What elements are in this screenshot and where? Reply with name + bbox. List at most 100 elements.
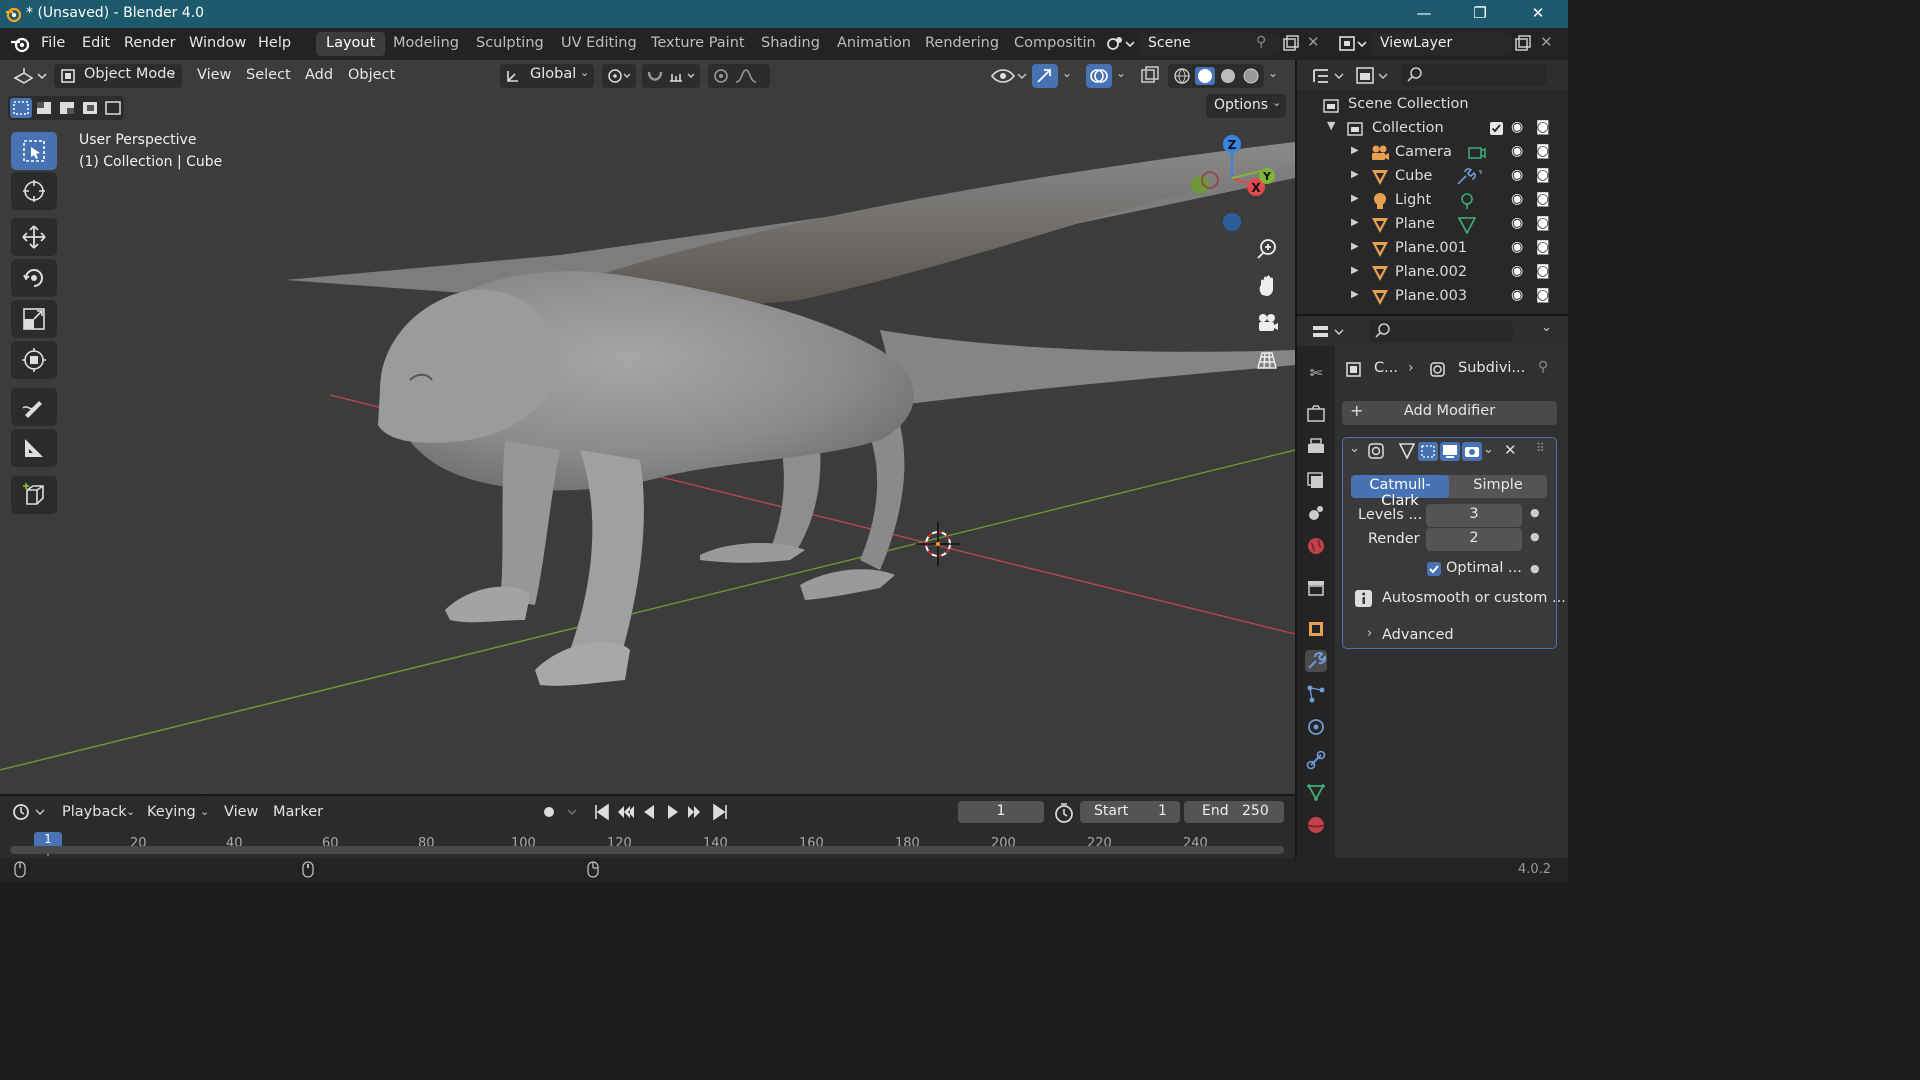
keyframe-dot-icon[interactable]: ● xyxy=(1530,562,1540,575)
shading-modes-icon[interactable] xyxy=(1172,67,1262,85)
mode-dropdown[interactable]: Object Mode ⌄ xyxy=(54,64,182,88)
new-viewlayer-icon[interactable] xyxy=(1514,35,1532,53)
blender-menu-icon[interactable] xyxy=(10,35,32,53)
keyframe-dot-icon[interactable]: ● xyxy=(1530,506,1540,519)
options-dropdown[interactable]: Options ⌄ xyxy=(1206,94,1286,118)
levels-viewport-field[interactable]: 3 xyxy=(1426,504,1522,527)
tab-output[interactable] xyxy=(1305,436,1327,458)
navigation-gizmo[interactable]: Z X Y xyxy=(1180,132,1295,242)
expand-arrow-icon[interactable]: ▶ xyxy=(1351,265,1359,276)
expand-arrow-icon[interactable]: ▶ xyxy=(1351,193,1359,204)
tab-rendering[interactable]: Rendering xyxy=(915,32,1009,56)
light-data-icon[interactable] xyxy=(1457,192,1477,210)
camera-render-icon[interactable]: ◙ xyxy=(1536,143,1550,159)
expand-arrow-icon[interactable]: ▶ xyxy=(1351,169,1359,180)
outliner[interactable]: Scene Collection ▼ Collection ◉ ◙ ▶ Came… xyxy=(1297,90,1568,314)
tool-measure[interactable] xyxy=(11,429,57,467)
playback-controls[interactable] xyxy=(592,802,732,822)
scene-selector-icon[interactable] xyxy=(1104,34,1136,54)
outliner-item-camera[interactable]: ▶ Camera ◉ ◙ xyxy=(1297,142,1568,165)
outliner-search-field[interactable] xyxy=(1401,64,1547,86)
minimize-button[interactable]: — xyxy=(1404,4,1444,24)
catmull-clark-button[interactable]: Catmull-Clark xyxy=(1351,475,1449,509)
eye-icon[interactable]: ◉ xyxy=(1511,287,1523,303)
outliner-item-cube[interactable]: ▶ Cube ◉ ◙ xyxy=(1297,166,1568,189)
timeline-scrollbar[interactable] xyxy=(10,846,1284,854)
add-modifier-button[interactable]: + Add Modifier xyxy=(1342,401,1557,425)
tab-modifiers[interactable] xyxy=(1305,650,1327,672)
expand-arrow-icon[interactable]: ▶ xyxy=(1351,145,1359,156)
viewport-menu-select[interactable]: Select xyxy=(246,67,291,83)
tab-compositing[interactable]: Compositin xyxy=(1004,32,1096,56)
checkbox-icon[interactable] xyxy=(1489,121,1505,137)
tool-cursor[interactable] xyxy=(11,172,57,210)
mesh-data-icon[interactable] xyxy=(1457,216,1477,234)
pivot-point-dropdown[interactable] xyxy=(602,64,636,88)
current-frame-field[interactable]: 1 xyxy=(958,801,1044,823)
menu-window[interactable]: Window xyxy=(189,35,246,51)
chevron-down-icon[interactable]: ⌄ xyxy=(1116,66,1126,80)
eye-icon[interactable]: ◉ xyxy=(1511,239,1523,255)
camera-render-icon[interactable]: ◙ xyxy=(1536,215,1550,231)
camera-data-icon[interactable] xyxy=(1467,144,1487,162)
menu-render[interactable]: Render xyxy=(124,35,176,51)
camera-render-icon[interactable]: ◙ xyxy=(1536,191,1550,207)
eye-icon[interactable]: ◉ xyxy=(1511,143,1523,159)
timeline-menu-marker[interactable]: Marker xyxy=(273,804,323,820)
modifier-wrench-icon[interactable] xyxy=(1455,168,1485,186)
advanced-subpanel-header[interactable]: Advanced xyxy=(1382,627,1454,643)
3d-viewport[interactable]: Object Mode ⌄ View Select Add Object Glo… xyxy=(0,60,1295,794)
tab-shading[interactable]: Shading xyxy=(751,32,830,56)
editor-type-timeline-icon[interactable] xyxy=(12,802,46,822)
viewlayer-selector-icon[interactable] xyxy=(1338,34,1368,54)
area-divider-outliner[interactable] xyxy=(1297,314,1568,316)
optimal-display-checkbox[interactable] xyxy=(1426,561,1442,577)
area-divider-horizontal[interactable] xyxy=(0,794,1295,796)
tab-physics[interactable] xyxy=(1305,716,1327,738)
tab-scene[interactable] xyxy=(1305,502,1327,524)
eye-icon[interactable]: ◉ xyxy=(1511,263,1523,279)
remove-modifier-icon[interactable]: ✕ xyxy=(1504,441,1517,459)
tab-material[interactable] xyxy=(1305,814,1327,836)
tool-add-cube[interactable] xyxy=(11,476,57,514)
viewport-menu-add[interactable]: Add xyxy=(305,67,333,83)
outliner-item-light[interactable]: ▶ Light ◉ ◙ xyxy=(1297,190,1568,213)
chevron-down-icon[interactable]: ⌄ xyxy=(1062,66,1072,80)
outliner-collection[interactable]: ▼ Collection ◉ ◙ xyxy=(1297,118,1568,141)
new-scene-icon[interactable] xyxy=(1282,35,1300,53)
camera-render-icon[interactable]: ◙ xyxy=(1536,119,1550,135)
simple-button[interactable]: Simple xyxy=(1449,475,1547,498)
tab-constraints[interactable] xyxy=(1305,749,1327,771)
camera-render-icon[interactable]: ◙ xyxy=(1536,239,1550,255)
pan-button[interactable] xyxy=(1252,271,1282,301)
eye-icon[interactable]: ◉ xyxy=(1511,167,1523,183)
tool-transform[interactable] xyxy=(11,341,57,379)
tab-collection[interactable] xyxy=(1305,577,1327,599)
gizmo-toggle[interactable] xyxy=(1032,64,1058,88)
area-divider-vertical[interactable] xyxy=(1295,60,1297,858)
tab-object[interactable] xyxy=(1305,618,1327,640)
menu-file[interactable]: File xyxy=(41,35,65,51)
tab-modeling[interactable]: Modeling xyxy=(383,32,469,56)
eye-icon[interactable]: ◉ xyxy=(1511,215,1523,231)
tool-scale[interactable] xyxy=(11,300,57,338)
tab-tool[interactable]: ✄ xyxy=(1305,362,1327,384)
viewlayer-name-field[interactable]: ViewLayer xyxy=(1372,33,1512,55)
preview-range-icon[interactable] xyxy=(1053,802,1075,824)
maximize-button[interactable]: ❐ xyxy=(1460,4,1500,24)
tool-select-box[interactable] xyxy=(11,132,57,170)
menu-help[interactable]: Help xyxy=(258,35,291,51)
editor-type-outliner-icon[interactable] xyxy=(1311,66,1347,86)
chevron-down-icon[interactable]: ⌄ xyxy=(1268,66,1278,80)
tab-animation[interactable]: Animation xyxy=(827,32,921,56)
tab-render[interactable] xyxy=(1305,403,1327,425)
outliner-scene-collection[interactable]: Scene Collection xyxy=(1297,94,1568,117)
pin-scene-icon[interactable]: ⚲ xyxy=(1256,34,1266,50)
editor-type-properties-icon[interactable] xyxy=(1311,322,1347,342)
tab-uv-editing[interactable]: UV Editing xyxy=(551,32,647,56)
tool-move[interactable] xyxy=(11,218,57,256)
expand-arrow-icon[interactable]: ▶ xyxy=(1351,217,1359,228)
tab-object-data[interactable] xyxy=(1305,781,1327,803)
tab-texture-paint[interactable]: Texture Paint xyxy=(641,32,755,56)
chevron-down-icon[interactable]: ⌄ xyxy=(1541,320,1552,335)
